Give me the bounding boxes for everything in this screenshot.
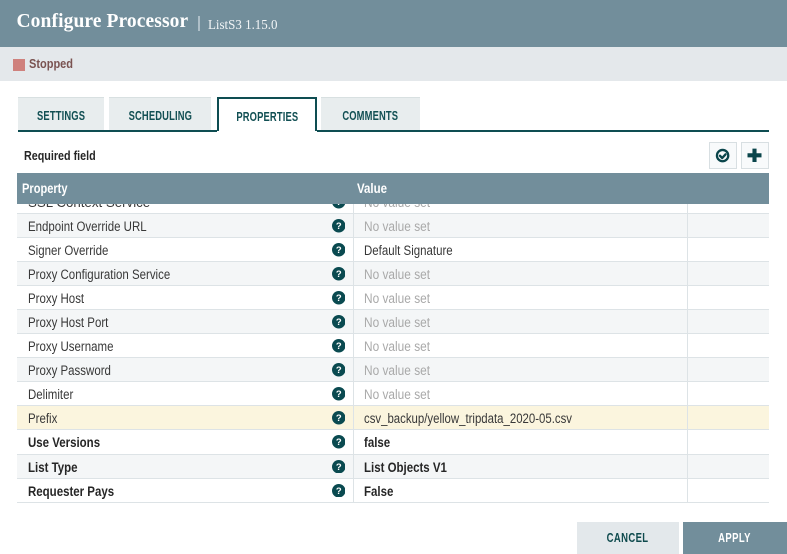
svg-text:?: ? (335, 389, 341, 400)
svg-text:?: ? (335, 269, 341, 280)
svg-text:?: ? (335, 341, 341, 352)
svg-text:?: ? (335, 486, 341, 497)
svg-text:?: ? (335, 204, 341, 208)
svg-text:?: ? (335, 365, 341, 376)
svg-text:?: ? (335, 293, 341, 304)
svg-text:?: ? (335, 462, 341, 473)
svg-text:?: ? (335, 437, 341, 448)
svg-text:?: ? (335, 221, 341, 232)
svg-text:?: ? (335, 245, 341, 256)
svg-text:?: ? (335, 413, 341, 424)
svg-text:?: ? (335, 317, 341, 328)
